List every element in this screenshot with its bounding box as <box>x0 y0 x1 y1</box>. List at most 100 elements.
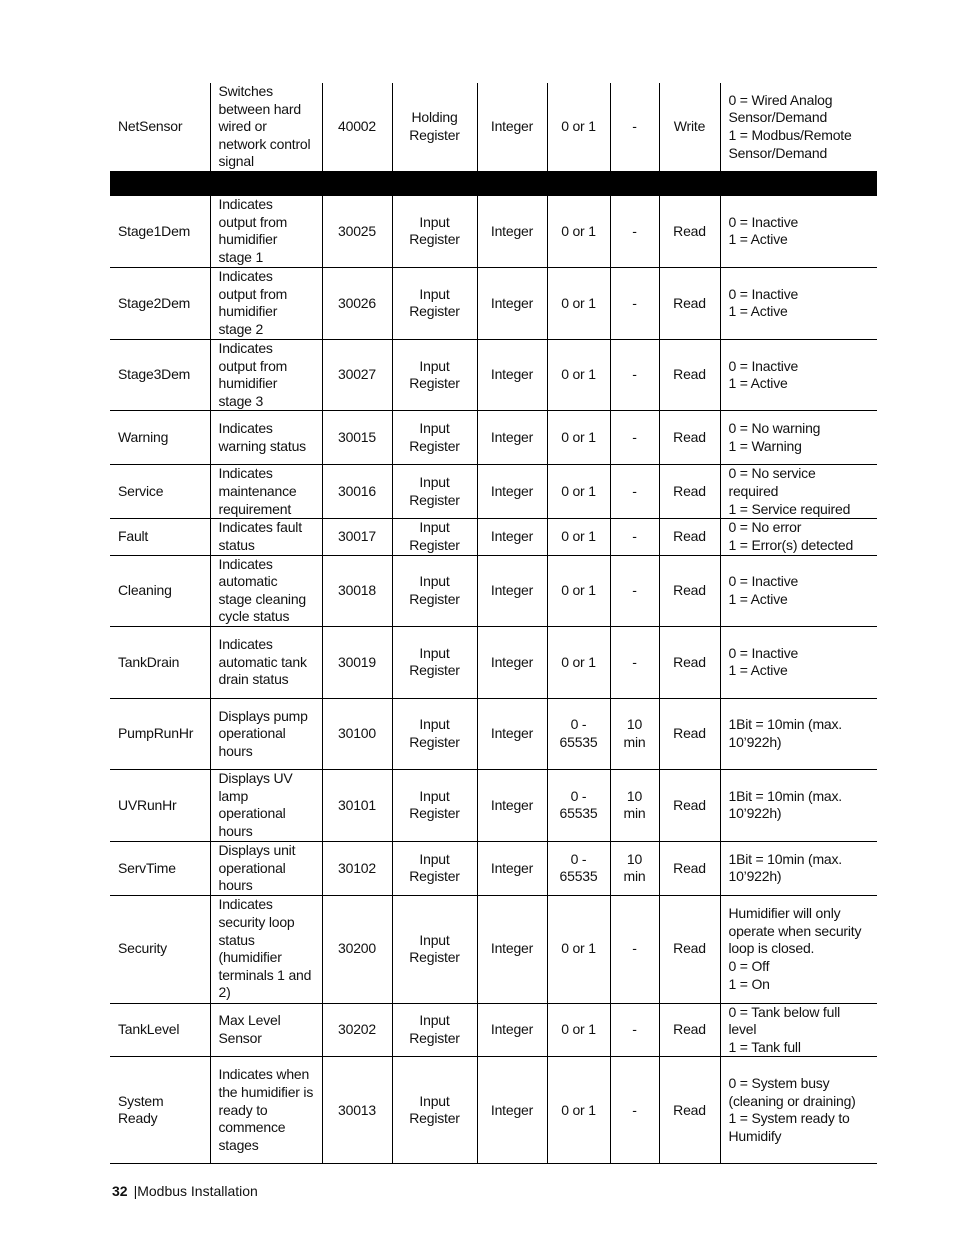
register-address: 30026 <box>321 267 393 340</box>
access-mode: Read <box>658 195 721 268</box>
modbus-register-table: NetSensor Switches between hard wired or … <box>110 83 877 1165</box>
register-address: 30013 <box>321 1056 393 1165</box>
data-type: Integer <box>476 518 548 556</box>
register-description: Indicates when the humidifier is ready t… <box>209 1056 323 1165</box>
access-mode: Read <box>658 518 721 556</box>
register-notes: 0 = Wired Analog Sensor/Demand 1 = Modbu… <box>719 83 877 172</box>
access-mode: Read <box>658 698 721 770</box>
register-address: 30102 <box>321 841 393 896</box>
units: 10 min <box>609 698 660 770</box>
table-row: Stage1Dem Indicates output from humidifie… <box>110 195 877 268</box>
register-notes: 1Bit = 10min (max. 10’922h) <box>719 769 877 842</box>
data-type: Integer <box>476 339 548 412</box>
data-type: Integer <box>476 555 548 627</box>
units: - <box>609 195 660 268</box>
units: 10 min <box>609 769 660 842</box>
access-mode: Read <box>658 1056 721 1165</box>
value-range: 0 - 65535 <box>546 698 611 770</box>
page-number: 32 <box>112 1183 128 1199</box>
register-description: Displays unit operational hours <box>209 841 323 896</box>
register-name: Warning <box>110 410 211 466</box>
units: - <box>609 83 660 172</box>
register-type: Input Register <box>391 267 478 340</box>
access-mode: Read <box>658 895 721 1004</box>
register-description: Displays pump operational hours <box>209 698 323 770</box>
register-address: 40002 <box>321 83 393 172</box>
register-name: TankLevel <box>110 1003 211 1058</box>
register-name: NetSensor <box>110 83 211 172</box>
register-type: Input Register <box>391 1056 478 1165</box>
register-type: Input Register <box>391 698 478 770</box>
register-name: Cleaning <box>110 555 211 627</box>
data-type: Integer <box>476 267 548 340</box>
access-mode: Read <box>658 626 721 699</box>
access-mode: Read <box>658 464 721 520</box>
register-address: 30015 <box>321 410 393 466</box>
register-name: Stage2Dem <box>110 267 211 340</box>
register-type: Input Register <box>391 769 478 842</box>
register-type: Input Register <box>391 1003 478 1058</box>
register-type: Input Register <box>391 895 478 1004</box>
value-range: 0 or 1 <box>546 1003 611 1058</box>
value-range: 0 or 1 <box>546 410 611 466</box>
register-description: Switches between hard wired or network c… <box>209 83 323 172</box>
data-type: Integer <box>476 626 548 699</box>
units: - <box>609 267 660 340</box>
access-mode: Read <box>658 339 721 412</box>
value-range: 0 or 1 <box>546 895 611 1004</box>
value-range: 0 or 1 <box>546 195 611 268</box>
units: - <box>609 895 660 1004</box>
data-type: Integer <box>476 195 548 268</box>
register-name: Fault <box>110 518 211 556</box>
table-row: Cleaning Indicates automatic stage cleani… <box>110 555 877 627</box>
units: - <box>609 339 660 412</box>
units: 10 min <box>609 841 660 896</box>
register-description: Indicates warning status <box>209 410 323 466</box>
register-name: TankDrain <box>110 626 211 699</box>
data-type: Integer <box>476 895 548 1004</box>
value-range: 0 or 1 <box>546 555 611 627</box>
register-address: 30016 <box>321 464 393 520</box>
register-description: Indicates fault status <box>209 518 323 556</box>
access-mode: Read <box>658 267 721 340</box>
register-notes: 0 = Inactive 1 = Active <box>719 195 877 268</box>
register-type: Input Register <box>391 555 478 627</box>
data-type: Integer <box>476 410 548 466</box>
register-address: 30100 <box>321 698 393 770</box>
register-name: System Ready <box>110 1056 211 1165</box>
register-description: Indicates output from humidifier stage 1 <box>209 195 323 268</box>
value-range: 0 or 1 <box>546 1056 611 1165</box>
register-notes: 0 = Inactive 1 = Active <box>719 626 877 699</box>
register-notes: 0 = System busy (cleaning or draining) 1… <box>719 1056 877 1165</box>
register-description: Displays UV lamp operational hours <box>209 769 323 842</box>
register-notes: 0 = Inactive 1 = Active <box>719 555 877 627</box>
data-type: Integer <box>476 841 548 896</box>
register-name: ServTime <box>110 841 211 896</box>
access-mode: Read <box>658 841 721 896</box>
value-range: 0 or 1 <box>546 83 611 172</box>
register-description: Indicates security loop status (humidifi… <box>209 895 323 1004</box>
register-name: Security <box>110 895 211 1004</box>
register-description: Indicates maintenance requirement <box>209 464 323 520</box>
register-address: 30200 <box>321 895 393 1004</box>
register-name: Stage1Dem <box>110 195 211 268</box>
data-type: Integer <box>476 464 548 520</box>
register-type: Input Register <box>391 626 478 699</box>
register-notes: 0 = Inactive 1 = Active <box>719 267 877 340</box>
section-title: |Modbus Installation <box>133 1183 258 1199</box>
register-address: 30019 <box>321 626 393 699</box>
value-range: 0 - 65535 <box>546 841 611 896</box>
units: - <box>609 464 660 520</box>
table-row: Service Indicates maintenance requirement… <box>110 464 877 520</box>
value-range: 0 or 1 <box>546 464 611 520</box>
register-address: 30101 <box>321 769 393 842</box>
table-row: Fault Indicates fault status 30017 Input Re… <box>110 518 877 556</box>
units: - <box>609 1003 660 1058</box>
register-type: Input Register <box>391 339 478 412</box>
units: - <box>609 626 660 699</box>
register-name: Service <box>110 464 211 520</box>
register-notes: 1Bit = 10min (max. 10’922h) <box>719 698 877 770</box>
register-type: Input Register <box>391 464 478 520</box>
register-type: Input Register <box>391 841 478 896</box>
register-name: UVRunHr <box>110 769 211 842</box>
